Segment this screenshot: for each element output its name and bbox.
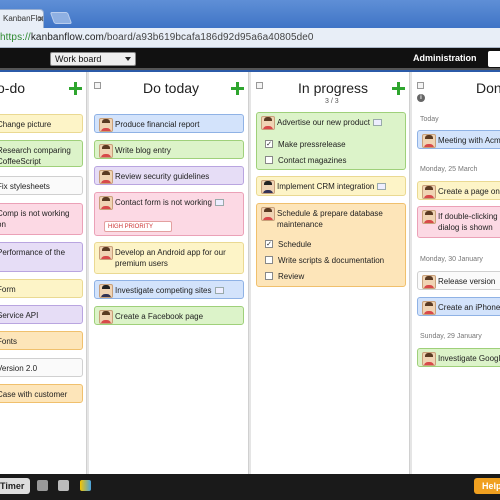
browser-tabstrip: KanbanFlow ✕ [0, 0, 500, 28]
task-card[interactable]: Write blog entry [94, 140, 244, 159]
app-footer: Timer Help [0, 474, 500, 500]
column-title: In progress [298, 80, 369, 96]
new-tab-button[interactable] [49, 12, 73, 24]
avatar [422, 134, 436, 148]
checkbox-checked[interactable]: ✓ [265, 140, 273, 148]
board-name: Work board [55, 54, 102, 64]
sound-icon[interactable] [37, 480, 48, 491]
task-card[interactable]: Schedule & prepare database maintenance … [256, 203, 406, 287]
column-title: To-do [0, 80, 26, 96]
avatar [422, 301, 436, 315]
attachment-icon [214, 199, 224, 207]
print-icon[interactable] [58, 480, 69, 491]
task-card[interactable]: Investigate competing sites [94, 280, 244, 299]
day-label: Today [420, 116, 439, 123]
avatar [422, 275, 436, 289]
collapse-icon[interactable] [94, 82, 101, 89]
avatar [422, 352, 436, 366]
task-card[interactable]: Meeting with Acme [417, 130, 500, 149]
task-card[interactable]: Create a Facebook page [94, 306, 244, 325]
avatar [422, 185, 436, 199]
task-card[interactable]: Produce financial report [94, 114, 244, 133]
avatar [99, 246, 113, 260]
attachment-icon [372, 119, 382, 127]
column-divider [409, 72, 412, 474]
administration-link[interactable]: Administration [413, 53, 477, 63]
task-card[interactable]: Review security guidelines [94, 166, 244, 185]
priority-label: HIGH PRIORITY [104, 221, 172, 232]
kanban-board: To-do Change picture Research comparing … [0, 72, 500, 474]
checkbox[interactable] [265, 156, 273, 164]
checkbox[interactable] [265, 272, 273, 280]
add-task-icon[interactable] [231, 82, 244, 95]
task-card[interactable]: Version 2.0 [0, 358, 83, 377]
task-card[interactable]: Form [0, 279, 83, 298]
column-divider [86, 72, 89, 474]
url-text[interactable]: https://kanbanflow.com/board/a93b619bcaf… [0, 32, 314, 43]
day-label: Monday, 25 March [420, 166, 478, 173]
menu-button[interactable] [488, 51, 500, 67]
help-button[interactable]: Help [474, 478, 500, 494]
checkbox-checked[interactable]: ✓ [265, 240, 273, 248]
collapse-icon[interactable] [256, 82, 263, 89]
avatar [261, 180, 275, 194]
day-label: Sunday, 29 January [420, 333, 482, 340]
app-topbar: Work board Administration [0, 48, 500, 70]
browser-window: KanbanFlow ✕ https://kanbanflow.com/boar… [0, 0, 500, 500]
task-card[interactable]: Develop an Android app for our premium u… [94, 242, 244, 274]
task-card[interactable]: Create a page on [417, 181, 500, 200]
column-divider [248, 72, 251, 474]
task-card[interactable]: Release version [417, 271, 500, 290]
column-title: Done [476, 80, 500, 96]
chevron-down-icon [125, 57, 131, 61]
url-host: kanbanflow.com [30, 32, 104, 43]
column-title: Do today [143, 80, 200, 96]
avatar [99, 284, 113, 298]
url-path: /board/a93b619bcafa186d92d95a6a40805de0 [103, 32, 314, 43]
task-card[interactable]: Change picture [0, 114, 83, 133]
avatar [422, 210, 436, 224]
avatar [261, 116, 275, 130]
task-card[interactable]: Advertise our new product ✓ Make pressrel… [256, 112, 406, 170]
task-card[interactable]: Performance of the [0, 242, 83, 272]
task-card[interactable]: Fix stylesheets [0, 176, 83, 195]
task-card[interactable]: Contact form is not working HIGH PRIORITY [94, 192, 244, 236]
stats-icon[interactable] [80, 480, 91, 491]
task-card[interactable]: Fonts [0, 331, 83, 350]
avatar [99, 118, 113, 132]
task-card[interactable]: Case with customer data [0, 384, 83, 403]
add-task-icon[interactable] [392, 82, 405, 95]
attachment-icon [214, 287, 224, 295]
info-icon[interactable]: i [417, 94, 425, 102]
attachment-icon [377, 183, 387, 191]
avatar [99, 196, 113, 210]
close-icon[interactable]: ✕ [37, 14, 45, 25]
task-card[interactable]: Comp is not working on [0, 203, 83, 235]
task-card[interactable]: Create an iPhone [417, 297, 500, 316]
task-card[interactable]: Service API [0, 305, 83, 324]
avatar [99, 170, 113, 184]
board-selector[interactable]: Work board [50, 52, 136, 66]
wip-limit: 3 / 3 [325, 98, 339, 105]
url-scheme: https:// [0, 32, 31, 43]
avatar [99, 310, 113, 324]
avatar [99, 144, 113, 158]
checkbox[interactable] [265, 256, 273, 264]
avatar [261, 207, 275, 221]
add-task-icon[interactable] [69, 82, 82, 95]
task-card[interactable]: Investigate Google [417, 348, 500, 367]
address-bar[interactable]: https://kanbanflow.com/board/a93b619bcaf… [0, 28, 500, 48]
task-card[interactable]: If double-clicking error dialog is shown [417, 206, 500, 238]
collapse-icon[interactable] [417, 82, 424, 89]
day-label: Monday, 30 January [420, 256, 483, 263]
task-card[interactable]: Research comparing CoffeeScript [0, 140, 83, 167]
task-card[interactable]: Implement CRM integration [256, 176, 406, 196]
timer-button[interactable]: Timer [0, 478, 30, 494]
